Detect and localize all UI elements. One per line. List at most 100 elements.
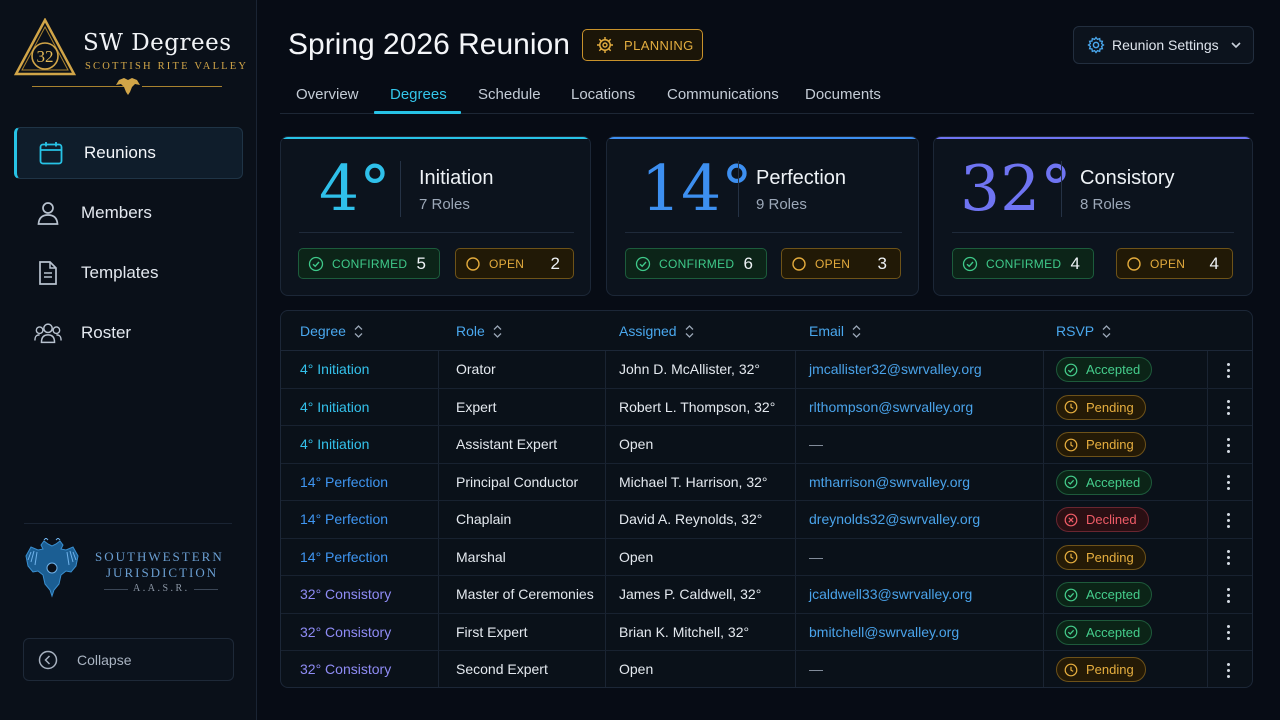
- table-row[interactable]: 32° Consistory Second Expert Open — Pending: [281, 651, 1252, 687]
- tab-bar: Overview Degrees Schedule Locations Comm…: [280, 82, 1254, 114]
- column-header-assigned[interactable]: Assigned: [619, 323, 694, 339]
- rsvp-status-badge: Accepted: [1056, 357, 1153, 382]
- sidebar-item-templates[interactable]: Templates: [14, 247, 243, 299]
- row-actions-kebab-icon[interactable]: [1219, 585, 1237, 605]
- table-row[interactable]: 14° Perfection Principal Conductor Michael…: [281, 464, 1252, 501]
- open-label: OPEN: [815, 256, 851, 271]
- table-row[interactable]: 4° Initiation Expert Robert L. Thompson, 3…: [281, 389, 1252, 426]
- row-actions-kebab-icon[interactable]: [1219, 398, 1237, 418]
- confirmed-count-badge: CONFIRMED 6: [625, 248, 767, 279]
- degree-card-initiation[interactable]: 4° Initiation 7 Roles CONFIRMED 5 OPEN 2: [280, 136, 591, 296]
- cell-email: —: [809, 548, 823, 565]
- cell-assigned: David A. Reynolds, 32°: [619, 511, 763, 527]
- collapse-button[interactable]: Collapse: [23, 638, 234, 681]
- degree-card-consistory[interactable]: 32° Consistory 8 Roles CONFIRMED 4 OPEN …: [933, 136, 1253, 296]
- tab-degrees[interactable]: Degrees: [390, 86, 447, 103]
- open-count-badge: OPEN 3: [781, 248, 901, 279]
- cell-email[interactable]: rlthompson@swrvalley.org: [809, 399, 973, 415]
- table-row[interactable]: 4° Initiation Orator John D. McAllister, 3…: [281, 351, 1252, 389]
- collapse-label: Collapse: [77, 651, 132, 668]
- card-divider: [952, 232, 1234, 233]
- check-circle-icon: [1064, 475, 1078, 489]
- table-row[interactable]: 4° Initiation Assistant Expert Open — Pendin…: [281, 426, 1252, 464]
- triangle-emblem-icon: 32: [14, 18, 76, 76]
- cell-assigned: Open: [619, 661, 654, 677]
- cell-degree[interactable]: 32° Consistory: [300, 624, 391, 640]
- chevron-left-circle-icon: [38, 650, 58, 669]
- cell-degree[interactable]: 32° Consistory: [300, 586, 391, 602]
- confirmed-count: 5: [416, 253, 426, 273]
- cell-assigned: Brian K. Mitchell, 32°: [619, 623, 750, 640]
- card-divider: [738, 161, 739, 217]
- tab-communications[interactable]: Communications: [667, 86, 779, 103]
- jurisdiction-line3: A.A.S.R.: [133, 583, 190, 594]
- page-title: Spring 2026 Reunion: [288, 28, 570, 61]
- rsvp-label: Pending: [1086, 399, 1134, 415]
- column-header-degree[interactable]: Degree: [300, 323, 363, 339]
- cell-email[interactable]: dreynolds32@swrvalley.org: [809, 511, 980, 527]
- check-circle-icon: [635, 256, 651, 272]
- row-actions-kebab-icon[interactable]: [1219, 623, 1237, 643]
- rsvp-label: Declined: [1086, 512, 1137, 527]
- column-header-email[interactable]: Email: [809, 323, 861, 339]
- column-label: Email: [809, 323, 845, 339]
- rsvp-label: Pending: [1086, 549, 1134, 565]
- tab-schedule[interactable]: Schedule: [478, 86, 541, 103]
- table-row[interactable]: 14° Perfection Marshal Open — Pending: [281, 539, 1252, 576]
- tab-locations[interactable]: Locations: [571, 86, 635, 103]
- degree-roles-count: 7 Roles: [419, 196, 470, 213]
- sidebar-item-roster[interactable]: Roster: [14, 307, 243, 359]
- row-actions-kebab-icon[interactable]: [1219, 435, 1237, 455]
- cell-email[interactable]: bmitchell@swrvalley.org: [809, 624, 959, 640]
- cell-assigned: John D. McAllister, 32°: [619, 361, 760, 377]
- cell-role: Chaplain: [456, 511, 512, 527]
- cell-email[interactable]: jmcallister32@swrvalley.org: [809, 361, 982, 377]
- row-actions-kebab-icon[interactable]: [1219, 360, 1237, 380]
- tab-documents[interactable]: Documents: [805, 86, 881, 103]
- table-row[interactable]: 32° Consistory First Expert Brian K. Mitch…: [281, 614, 1252, 651]
- row-actions-kebab-icon[interactable]: [1219, 660, 1237, 680]
- row-actions-kebab-icon[interactable]: [1219, 548, 1237, 568]
- jurisdiction-rule: [104, 589, 128, 590]
- cell-degree[interactable]: 4° Initiation: [300, 436, 369, 452]
- cell-degree[interactable]: 14° Perfection: [300, 474, 388, 490]
- brand-logo[interactable]: 32 SW Degrees SCOTTISH RITE VALLEY: [14, 18, 246, 98]
- confirmed-label: CONFIRMED: [332, 256, 408, 271]
- clock-icon: [1064, 438, 1078, 451]
- column-header-rsvp[interactable]: RSVP: [1056, 323, 1111, 339]
- card-divider: [299, 232, 574, 233]
- cell-degree[interactable]: 4° Initiation: [300, 399, 369, 415]
- cell-email[interactable]: jcaldwell33@swrvalley.org: [809, 586, 972, 602]
- sidebar-item-members[interactable]: Members: [14, 187, 243, 239]
- cell-degree[interactable]: 14° Perfection: [300, 549, 388, 565]
- sort-icon: [1102, 324, 1111, 338]
- tab-overview[interactable]: Overview: [296, 86, 359, 103]
- jurisdiction-line2: JURISDICTION: [106, 565, 219, 580]
- degree-card-perfection[interactable]: 14° Perfection 9 Roles CONFIRMED 6 OPEN …: [606, 136, 919, 296]
- double-headed-eagle-icon: [25, 538, 79, 598]
- sidebar-item-label: Reunions: [84, 143, 156, 162]
- double-eagle-icon: [116, 78, 140, 95]
- column-header-role[interactable]: Role: [456, 323, 502, 339]
- table-row[interactable]: 14° Perfection Chaplain David A. Reynolds,…: [281, 501, 1252, 539]
- table-row[interactable]: 32° Consistory Master of Ceremonies James …: [281, 576, 1252, 614]
- row-actions-kebab-icon[interactable]: [1219, 473, 1237, 493]
- cell-degree[interactable]: 32° Consistory: [300, 661, 391, 677]
- clock-icon: [1064, 550, 1078, 564]
- cell-degree[interactable]: 14° Perfection: [300, 511, 388, 527]
- cell-email[interactable]: mtharrison@swrvalley.org: [809, 474, 970, 490]
- reunion-settings-button[interactable]: Reunion Settings: [1073, 26, 1254, 64]
- check-circle-icon: [308, 256, 324, 272]
- user-icon: [34, 199, 62, 227]
- emblem-number: 32: [37, 47, 54, 66]
- column-label: RSVP: [1056, 323, 1095, 339]
- sidebar-item-label: Templates: [81, 263, 159, 282]
- rsvp-label: Accepted: [1086, 474, 1141, 490]
- rsvp-status-badge: Pending: [1056, 657, 1146, 682]
- row-actions-kebab-icon[interactable]: [1219, 510, 1237, 530]
- jurisdiction-rule: [194, 589, 218, 590]
- open-circle-icon: [792, 257, 806, 271]
- sidebar-item-reunions[interactable]: Reunions: [14, 127, 243, 179]
- cell-degree[interactable]: 4° Initiation: [300, 361, 369, 377]
- cell-role: Master of Ceremonies: [456, 586, 594, 602]
